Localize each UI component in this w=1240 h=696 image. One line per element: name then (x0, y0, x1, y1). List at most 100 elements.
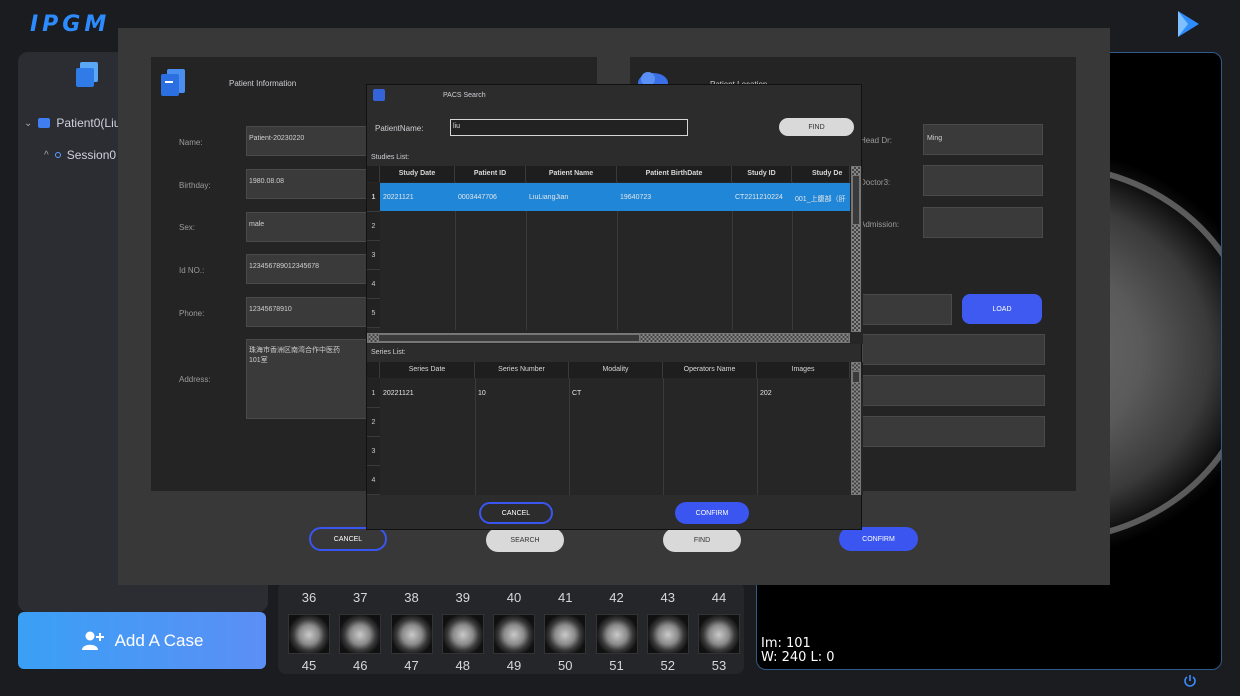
add-case-button[interactable]: Add A Case (18, 612, 266, 669)
patient-name-input[interactable]: liu (450, 119, 688, 136)
col-patient-id[interactable]: Patient ID (455, 166, 526, 182)
cell-images[interactable]: 202 (758, 390, 838, 397)
thumb-number: 41 (558, 590, 573, 605)
ct-thumbnail[interactable] (544, 614, 587, 654)
name-label: Name: (179, 138, 203, 147)
cell-patient-id[interactable]: 0003447706 (456, 194, 526, 201)
row-number: 1 (367, 379, 380, 408)
ct-thumbnail[interactable] (288, 614, 330, 654)
ct-thumbnail[interactable] (493, 614, 535, 654)
thumb-number: 48 (455, 658, 470, 673)
cell-study-date[interactable]: 20221121 (381, 194, 455, 201)
cell-patient-name[interactable]: LiuLiangJian (527, 194, 617, 201)
folder-icon (76, 62, 98, 87)
play-icon[interactable] (1176, 10, 1200, 38)
ct-thumbnail[interactable] (595, 614, 638, 654)
col-patient-name[interactable]: Patient Name (526, 166, 617, 182)
pacs-find-button[interactable]: FIND (779, 118, 854, 136)
col-study-id[interactable]: Study ID (732, 166, 792, 182)
pacs-cancel-button[interactable]: CANCEL (479, 502, 553, 524)
col-modality[interactable]: Modality (569, 362, 663, 378)
studies-table: Study Date Patient ID Patient Name Patie… (367, 166, 863, 344)
thumb-number: 39 (455, 590, 470, 605)
modal-find-button[interactable]: FIND (663, 528, 741, 552)
cell-modality[interactable]: CT (570, 390, 663, 397)
thumb-number: 49 (506, 658, 522, 673)
scrollbar-thumb[interactable] (378, 334, 640, 342)
corner-cell (367, 166, 380, 182)
doctor3-field[interactable] (923, 165, 1043, 196)
patient-info-title: Patient Information (229, 79, 297, 88)
ct-thumbnail[interactable] (339, 614, 382, 654)
extra-field-2[interactable] (862, 375, 1045, 406)
cell-patient-birthdate[interactable]: 19640723 (618, 194, 732, 201)
tree-item-session[interactable]: ^ Session0 (44, 148, 116, 162)
thumb-number: 38 (404, 590, 419, 605)
load-path-field[interactable] (862, 294, 952, 325)
extra-field-1[interactable] (862, 334, 1045, 365)
thumbnail-row (288, 614, 740, 654)
phone-label: Phone: (179, 309, 205, 318)
series-table: Series Date Series Number Modality Opera… (367, 362, 863, 495)
series-table-header: Series Date Series Number Modality Opera… (367, 362, 863, 378)
modal-confirm-button[interactable]: CONFIRM (839, 527, 918, 551)
tree-item-patient[interactable]: ⌄ Patient0(Liu (24, 116, 120, 130)
image-number: Im: 101 (761, 636, 811, 651)
document-icon (161, 69, 185, 96)
add-case-label: Add A Case (114, 630, 204, 650)
admission-field[interactable] (923, 207, 1043, 238)
pacs-confirm-button[interactable]: CONFIRM (675, 502, 749, 524)
row-number: 3 (367, 437, 380, 466)
birthday-label: Birthday: (179, 181, 211, 190)
col-study-date[interactable]: Study Date (380, 166, 455, 182)
thumb-number: 50 (558, 658, 573, 673)
thumb-number: 36 (301, 590, 317, 605)
thumb-number: 52 (660, 658, 675, 673)
col-patient-birthdate[interactable]: Patient BirthDate (617, 166, 732, 182)
studies-vertical-scrollbar[interactable] (851, 166, 861, 332)
cell-series-number[interactable]: 10 (476, 390, 569, 397)
session-icon (54, 152, 61, 158)
ct-thumbnail[interactable] (390, 614, 433, 654)
thumb-number: 53 (711, 658, 727, 673)
row-number: 3 (367, 241, 380, 270)
power-icon[interactable] (1183, 674, 1197, 688)
viewer-overlay-info: Im: 101 W: 240 L: 0 (761, 637, 835, 665)
thumb-number: 37 (353, 590, 368, 605)
pacs-dialog-title: PACS Search (443, 92, 486, 99)
head-dr-field[interactable]: Ming (923, 124, 1043, 155)
ct-thumbnail[interactable] (698, 614, 740, 654)
window-level: W: 240 L: 0 (761, 650, 835, 665)
col-operators-name[interactable]: Operators Name (663, 362, 757, 378)
modal-cancel-button[interactable]: CANCEL (309, 527, 387, 551)
col-images[interactable]: Images (757, 362, 850, 378)
cell-study-desc[interactable]: 001_上腹部（肝 (793, 194, 850, 204)
cell-series-date[interactable]: 20221121 (381, 390, 475, 397)
col-study-desc[interactable]: Study De (792, 166, 850, 182)
extra-field-3[interactable] (862, 416, 1045, 447)
studies-horizontal-scrollbar[interactable] (367, 333, 850, 343)
corner-cell (367, 362, 380, 378)
thumbnail-numbers-bottom: 45 46 47 48 49 50 51 52 53 (288, 658, 740, 673)
scrollbar-thumb[interactable] (852, 175, 860, 225)
ct-thumbnail[interactable] (441, 614, 484, 654)
thumb-number: 42 (609, 590, 624, 605)
thumb-number: 44 (711, 590, 727, 605)
load-button[interactable]: LOAD (962, 294, 1042, 324)
modal-search-button[interactable]: SEARCH (486, 528, 564, 552)
admission-label: Admission: (860, 220, 900, 229)
row-number: 1 (367, 183, 380, 212)
cell-study-id[interactable]: CT2211210224 (733, 194, 792, 201)
tree-patient-label: Patient0(Liu (56, 116, 121, 130)
thumb-number: 51 (609, 658, 624, 673)
thumbnail-numbers-top: 36 37 38 39 40 41 42 43 44 (288, 590, 740, 605)
col-series-number[interactable]: Series Number (475, 362, 569, 378)
col-series-date[interactable]: Series Date (380, 362, 475, 378)
series-vertical-scrollbar[interactable] (851, 362, 861, 495)
col-divider (663, 378, 664, 495)
studies-list-label: Studies List: (371, 154, 410, 161)
add-user-icon (81, 631, 104, 650)
row-number: 5 (367, 299, 380, 328)
ct-thumbnail[interactable] (646, 614, 689, 654)
scrollbar-thumb[interactable] (852, 371, 860, 383)
